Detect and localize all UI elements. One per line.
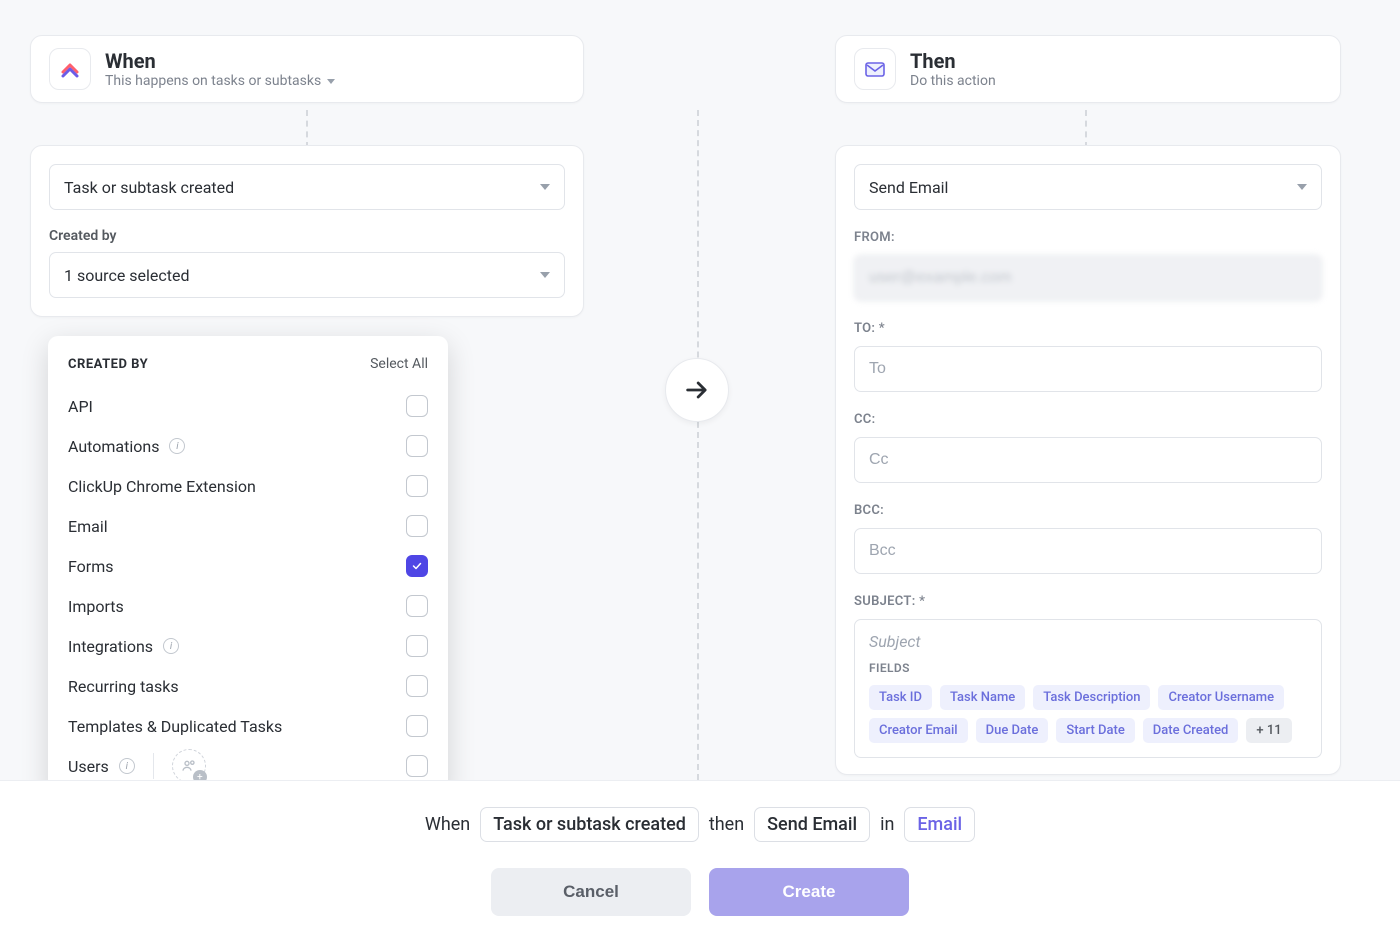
- dropdown-item-label: ClickUp Chrome Extension: [68, 477, 256, 496]
- field-chip[interactable]: Date Created: [1143, 718, 1239, 743]
- field-chip[interactable]: Task Description: [1033, 685, 1150, 710]
- source-select[interactable]: 1 source selected: [49, 252, 565, 298]
- cancel-button[interactable]: Cancel: [491, 868, 691, 916]
- field-chip[interactable]: Task Name: [940, 685, 1025, 710]
- when-header-card: When This happens on tasks or subtasks: [30, 35, 584, 103]
- checkbox[interactable]: [406, 395, 428, 417]
- dropdown-item[interactable]: API: [68, 386, 428, 426]
- to-label: TO: *: [854, 321, 1322, 336]
- summary-action-token[interactable]: Send Email: [754, 807, 870, 842]
- team-add-icon[interactable]: +: [172, 749, 206, 783]
- subject-box[interactable]: Subject FIELDS Task ID Task Name Task Desc…: [854, 619, 1322, 758]
- dropdown-item[interactable]: Templates & Duplicated Tasks: [68, 706, 428, 746]
- dropdown-item[interactable]: Automations i: [68, 426, 428, 466]
- trigger-select[interactable]: Task or subtask created: [49, 164, 565, 210]
- checkbox[interactable]: [406, 555, 428, 577]
- select-all-button[interactable]: Select All: [370, 356, 428, 372]
- email-icon: [854, 48, 896, 90]
- dropdown-item[interactable]: Forms: [68, 546, 428, 586]
- dropdown-item-label: Users: [68, 757, 109, 776]
- checkbox[interactable]: [406, 595, 428, 617]
- when-connector: [306, 110, 308, 148]
- field-chip[interactable]: Creator Username: [1158, 685, 1284, 710]
- dropdown-item-label: Templates & Duplicated Tasks: [68, 717, 282, 736]
- field-chip[interactable]: Creator Email: [869, 718, 968, 743]
- checkbox[interactable]: [406, 515, 428, 537]
- field-chip[interactable]: Start Date: [1056, 718, 1134, 743]
- field-chip[interactable]: Due Date: [976, 718, 1049, 743]
- then-connector: [1085, 110, 1087, 148]
- subject-placeholder: Subject: [869, 632, 1307, 651]
- chevron-down-icon: [540, 272, 550, 278]
- dropdown-item-label: Recurring tasks: [68, 677, 179, 696]
- chevron-down-icon: [1297, 184, 1307, 190]
- arrow-icon: [665, 358, 729, 422]
- dropdown-item[interactable]: Imports: [68, 586, 428, 626]
- dropdown-item-label: Email: [68, 517, 108, 536]
- then-title: Then: [910, 49, 996, 73]
- clickup-icon: [49, 48, 91, 90]
- footer: When Task or subtask created then Send E…: [0, 780, 1400, 942]
- to-input[interactable]: [854, 346, 1322, 392]
- dropdown-item-label: API: [68, 397, 93, 416]
- subject-label: SUBJECT: *: [854, 594, 1322, 609]
- created-by-label: Created by: [49, 228, 565, 244]
- chevron-down-icon: [540, 184, 550, 190]
- create-button[interactable]: Create: [709, 868, 909, 916]
- dropdown-item[interactable]: Integrations i: [68, 626, 428, 666]
- checkbox[interactable]: [406, 675, 428, 697]
- from-input: [854, 255, 1322, 301]
- action-select[interactable]: Send Email: [854, 164, 1322, 210]
- created-by-dropdown: CREATED BY Select All API Automations i Cli…: [48, 336, 448, 800]
- then-config-card: Send Email FROM: TO: * CC: BCC: SUBJECT:…: [835, 145, 1341, 775]
- dropdown-item[interactable]: Recurring tasks: [68, 666, 428, 706]
- summary-sentence: When Task or subtask created then Send E…: [425, 807, 975, 842]
- info-icon: i: [163, 638, 179, 654]
- when-subtitle-dropdown[interactable]: This happens on tasks or subtasks: [105, 73, 335, 89]
- dropdown-item[interactable]: ClickUp Chrome Extension: [68, 466, 428, 506]
- cc-label: CC:: [854, 412, 1322, 427]
- field-chip[interactable]: Task ID: [869, 685, 932, 710]
- checkbox[interactable]: [406, 475, 428, 497]
- checkbox[interactable]: [406, 635, 428, 657]
- middle-connector: [697, 110, 699, 780]
- from-label: FROM:: [854, 230, 1322, 245]
- cc-input[interactable]: [854, 437, 1322, 483]
- dropdown-item-label: Integrations: [68, 637, 153, 656]
- field-chip-more[interactable]: + 11: [1246, 718, 1291, 743]
- then-header-card: Then Do this action: [835, 35, 1341, 103]
- checkbox[interactable]: [406, 435, 428, 457]
- chevron-down-icon: [327, 79, 335, 84]
- dropdown-item[interactable]: Email: [68, 506, 428, 546]
- summary-target-token[interactable]: Email: [904, 807, 975, 842]
- dropdown-title: CREATED BY: [68, 357, 148, 372]
- when-config-card: Task or subtask created Created by 1 sou…: [30, 145, 584, 317]
- info-icon: i: [119, 758, 135, 774]
- dropdown-item-label: Forms: [68, 557, 114, 576]
- when-title: When: [105, 49, 335, 73]
- summary-trigger-token[interactable]: Task or subtask created: [480, 807, 699, 842]
- then-subtitle: Do this action: [910, 73, 996, 89]
- checkbox[interactable]: [406, 755, 428, 777]
- info-icon: i: [169, 438, 185, 454]
- fields-label: FIELDS: [869, 661, 1307, 675]
- checkbox[interactable]: [406, 715, 428, 737]
- dropdown-item-label: Automations: [68, 437, 159, 456]
- bcc-input[interactable]: [854, 528, 1322, 574]
- dropdown-item-label: Imports: [68, 597, 124, 616]
- bcc-label: BCC:: [854, 503, 1322, 518]
